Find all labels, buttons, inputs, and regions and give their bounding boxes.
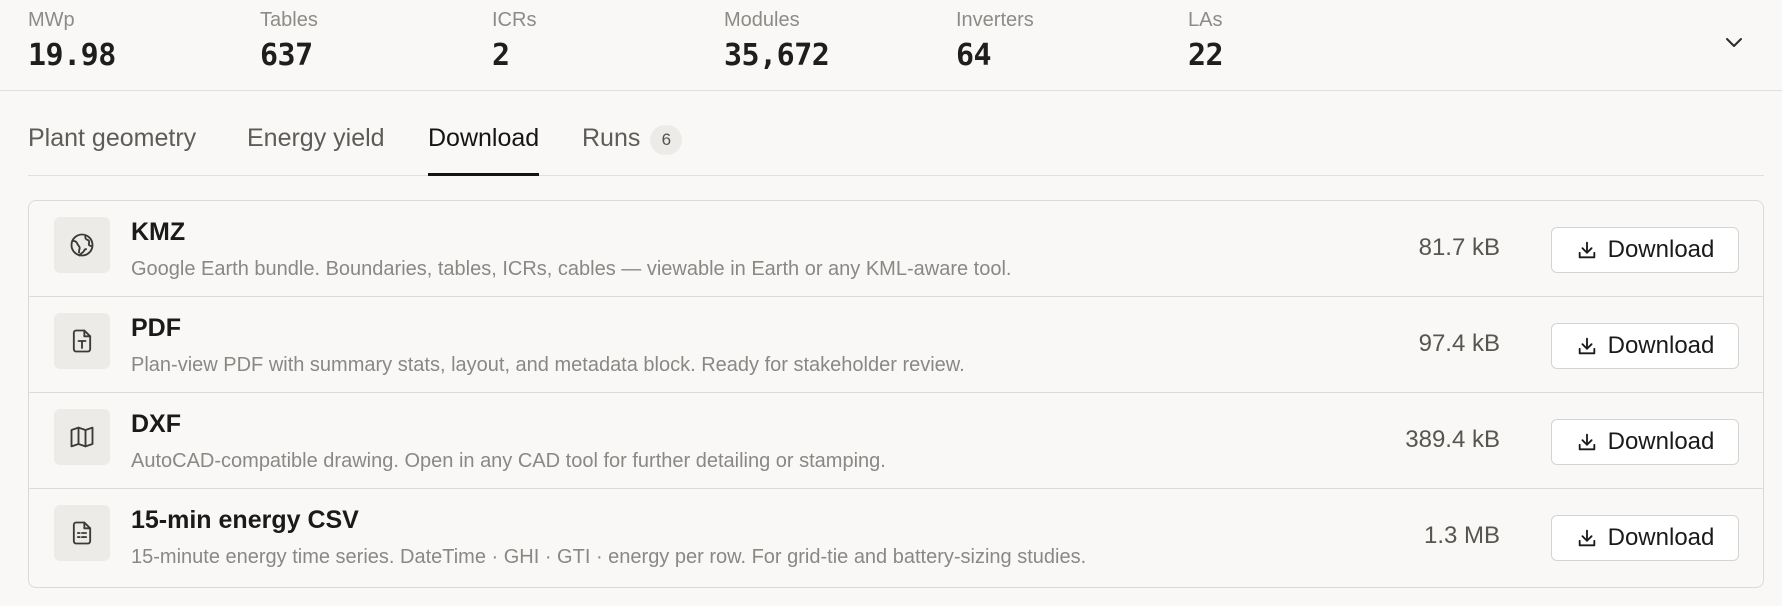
stat-mwp: MWp 19.98	[28, 8, 116, 74]
tab-bar: Plant geometry Energy yield Download Run…	[28, 112, 1764, 176]
download-dxf-button[interactable]: Download	[1551, 419, 1739, 465]
download-icon	[1578, 529, 1595, 547]
download-row-csv: 15-min energy CSV 15-minute energy time …	[29, 489, 1763, 585]
download-row-pdf: PDF Plan-view PDF with summary stats, la…	[29, 297, 1763, 393]
stat-value: 637	[260, 38, 313, 73]
stat-tables: Tables 637	[260, 8, 318, 74]
stat-inverters: Inverters 64	[956, 8, 1034, 74]
spreadsheet-icon	[54, 505, 110, 561]
stat-label: LAs	[1188, 9, 1223, 31]
download-csv-button[interactable]: Download	[1551, 515, 1739, 561]
stat-label: Inverters	[956, 9, 1034, 31]
stat-modules: Modules 35,672	[724, 8, 830, 74]
format-description: Google Earth bundle. Boundaries, tables,…	[131, 258, 1012, 280]
stat-label: ICRs	[492, 9, 537, 31]
file-size: 1.3 MB	[1423, 522, 1500, 549]
download-icon	[1578, 433, 1595, 451]
stat-value: 19.98	[28, 38, 116, 73]
format-title: 15-min energy CSV	[131, 506, 359, 534]
format-title: PDF	[131, 314, 181, 342]
tab-download[interactable]: Download	[428, 124, 540, 176]
download-pdf-button[interactable]: Download	[1551, 323, 1739, 369]
globe-icon	[54, 217, 110, 273]
pdf-file-icon	[54, 313, 110, 369]
tab-label: Energy yield	[247, 124, 385, 152]
format-description: 15-minute energy time series. DateTime ·…	[131, 546, 1087, 568]
download-button-label: Download	[1607, 428, 1715, 455]
download-row-dxf: DXF AutoCAD-compatible drawing. Open in …	[29, 393, 1763, 489]
format-description: Plan-view PDF with summary stats, layout…	[131, 354, 965, 376]
download-icon	[1578, 337, 1595, 355]
format-title: KMZ	[131, 218, 186, 246]
download-icon	[1578, 241, 1595, 259]
download-button-label: Download	[1607, 524, 1715, 551]
collapse-stats-button[interactable]	[1720, 28, 1748, 56]
file-size: 81.7 kB	[1418, 234, 1500, 261]
downloads-list: KMZ Google Earth bundle. Boundaries, tab…	[28, 200, 1764, 588]
stat-label: MWp	[28, 9, 75, 31]
file-size: 389.4 kB	[1405, 426, 1500, 453]
tab-label: Runs	[582, 124, 641, 152]
chevron-down-icon	[1726, 38, 1742, 47]
download-kmz-button[interactable]: Download	[1551, 227, 1739, 273]
stat-label: Modules	[724, 9, 800, 31]
tab-label: Plant geometry	[28, 124, 197, 152]
download-row-kmz: KMZ Google Earth bundle. Boundaries, tab…	[29, 201, 1763, 297]
stat-value: 35,672	[724, 38, 830, 73]
stat-icrs: ICRs 2	[492, 8, 536, 74]
stats-bar: MWp 19.98 Tables 637 ICRs 2 Modules 35,6…	[0, 0, 1782, 91]
tab-energy-yield[interactable]: Energy yield	[247, 124, 385, 176]
format-description: AutoCAD-compatible drawing. Open in any …	[131, 450, 886, 472]
download-button-label: Download	[1607, 236, 1715, 263]
stat-value: 2	[492, 38, 510, 73]
tab-runs[interactable]: Runs 6	[582, 124, 683, 176]
map-icon	[54, 409, 110, 465]
stat-label: Tables	[260, 9, 318, 31]
stat-las: LAs 22	[1188, 8, 1224, 74]
runs-count-badge: 6	[650, 125, 683, 155]
tab-plant-geometry[interactable]: Plant geometry	[28, 124, 196, 176]
download-button-label: Download	[1607, 332, 1715, 359]
file-size: 97.4 kB	[1418, 330, 1500, 357]
format-title: DXF	[131, 410, 181, 438]
tab-label: Download	[428, 124, 540, 152]
stat-value: 22	[1188, 38, 1224, 73]
stat-value: 64	[956, 38, 992, 73]
